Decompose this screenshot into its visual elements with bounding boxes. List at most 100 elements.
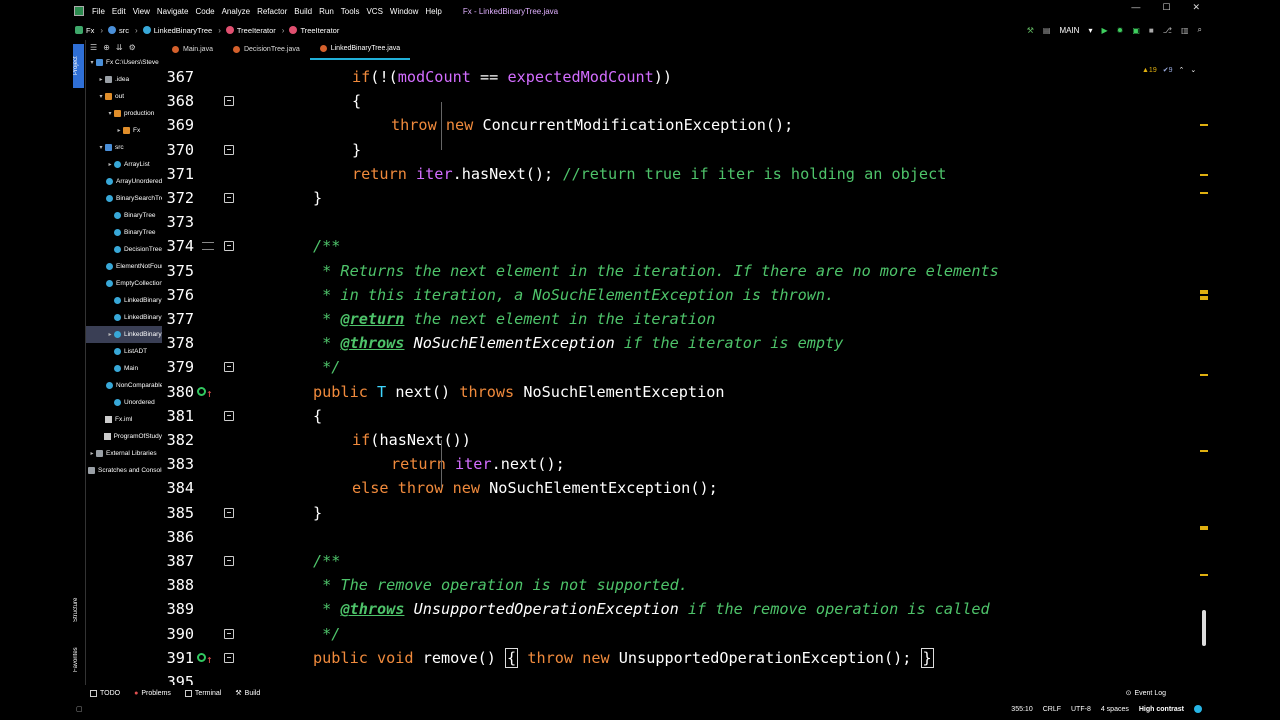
chevron-down-icon[interactable]: ▾ <box>1088 26 1092 35</box>
terminal-tool-button[interactable]: Terminal <box>184 689 221 697</box>
stop-icon[interactable]: ■ <box>1149 26 1154 35</box>
code-line[interactable]: 390 */ <box>162 622 1208 646</box>
line-number[interactable]: 389 <box>162 597 194 621</box>
error-stripe[interactable] <box>1197 64 1208 684</box>
code-line[interactable]: 388 * The remove operation is not suppor… <box>162 573 1208 597</box>
project-tree-item[interactable]: ProgramOfStudy <box>86 428 162 445</box>
stripe-marker[interactable] <box>1200 124 1208 126</box>
line-number[interactable]: 372 <box>162 186 194 210</box>
project-tree-item[interactable]: ▸ LinkedBinary <box>86 326 162 343</box>
stripe-marker[interactable] <box>1200 192 1208 194</box>
line-number[interactable]: 383 <box>162 452 194 476</box>
code-line[interactable]: 395 <box>162 670 1208 685</box>
project-tree-item[interactable]: ArrayUnordered <box>86 173 162 190</box>
menu-help[interactable]: Help <box>425 7 441 16</box>
expand-arrow-icon[interactable]: ▸ <box>97 76 105 83</box>
code-line[interactable]: 374 /** <box>162 234 1208 258</box>
code-editor[interactable]: 367 if(!(modCount == expectedModCount)) 36… <box>162 62 1208 685</box>
problems-tool-button[interactable]: ● Problems <box>134 690 171 697</box>
breadcrumb-item[interactable]: Fx <box>72 26 94 35</box>
line-number[interactable]: 395 <box>162 670 194 685</box>
line-number[interactable]: 374 <box>162 234 194 258</box>
code-line[interactable]: 384 else throw new NoSuchElementException… <box>162 476 1208 500</box>
expand-arrow-icon[interactable]: ▾ <box>88 59 96 66</box>
project-tree-item[interactable]: Scratches and Consoles <box>86 462 162 479</box>
weak-warning-count[interactable]: ✔9 <box>1163 66 1173 74</box>
code-line[interactable]: 375 * Returns the next element in the it… <box>162 259 1208 283</box>
code-line[interactable]: 385} <box>162 501 1208 525</box>
line-number[interactable]: 373 <box>162 210 194 234</box>
theme-status-icon[interactable] <box>1194 705 1202 713</box>
fold-icon[interactable] <box>224 507 234 518</box>
code-line[interactable]: 369 throw new ConcurrentModificationExcep… <box>162 113 1208 137</box>
code-line[interactable]: 371 return iter.hasNext(); //return true … <box>162 162 1208 186</box>
fold-icon[interactable] <box>224 96 234 107</box>
project-tree-item[interactable]: ▸ Fx <box>86 122 162 139</box>
menu-file[interactable]: File <box>92 7 105 16</box>
project-tool-tab[interactable]: Project <box>73 44 84 88</box>
project-tree-item[interactable]: DecisionTree <box>86 241 162 258</box>
project-tree-item[interactable]: EmptyCollection <box>86 275 162 292</box>
project-tree-item[interactable]: BinaryTree <box>86 224 162 241</box>
project-tree-item[interactable]: LinkedBinary <box>86 292 162 309</box>
breadcrumb-item[interactable]: TreeIterator <box>223 26 276 35</box>
code-line[interactable]: 382 if(hasNext()) <box>162 428 1208 452</box>
menu-refactor[interactable]: Refactor <box>257 7 287 16</box>
line-number[interactable]: 370 <box>162 138 194 162</box>
project-view-icon[interactable]: ☰ <box>90 43 97 52</box>
menu-code[interactable]: Code <box>195 7 214 16</box>
stripe-marker[interactable] <box>1200 574 1208 576</box>
project-tree-item[interactable]: ▾ Fx C:\Users\Steve <box>86 54 162 71</box>
expand-arrow-icon[interactable]: ▾ <box>97 144 105 151</box>
chevron-down-icon[interactable]: ⌄ <box>1190 66 1196 74</box>
line-number[interactable]: 375 <box>162 259 194 283</box>
stripe-marker[interactable] <box>1200 374 1208 376</box>
project-tree-item[interactable]: ElementNotFound <box>86 258 162 275</box>
menu-tools[interactable]: Tools <box>341 7 360 16</box>
project-tree-item[interactable]: ▾ src <box>86 139 162 156</box>
line-number[interactable]: 390 <box>162 622 194 646</box>
fold-icon[interactable] <box>224 652 234 663</box>
collapse-icon[interactable]: ⇊ <box>116 43 123 52</box>
fold-icon[interactable] <box>224 362 234 373</box>
project-tree-item[interactable]: ▾ production <box>86 105 162 122</box>
stripe-marker[interactable] <box>1200 526 1208 530</box>
menu-window[interactable]: Window <box>390 7 418 16</box>
menu-edit[interactable]: Edit <box>112 7 126 16</box>
project-tree-item[interactable]: BinaryTree <box>86 207 162 224</box>
favorites-tool-tab[interactable]: Favorites <box>73 638 84 682</box>
stripe-marker[interactable] <box>1200 296 1208 300</box>
fold-icon[interactable] <box>224 241 234 252</box>
editor-scrollbar-thumb[interactable] <box>1202 610 1206 646</box>
arrow-up-icon[interactable]: ↑ <box>206 648 213 672</box>
code-line[interactable]: 387 /** <box>162 549 1208 573</box>
line-number[interactable]: 386 <box>162 525 194 549</box>
project-tree-item[interactable]: NonComparable <box>86 377 162 394</box>
line-number[interactable]: 371 <box>162 162 194 186</box>
hammer-icon[interactable]: ⚒ <box>1027 26 1034 35</box>
line-number[interactable]: 391 <box>162 646 194 670</box>
editor-tab[interactable]: Main.java <box>162 42 223 60</box>
code-line[interactable]: 391 ↑ public void remove() { throw new Uns… <box>162 646 1208 670</box>
todo-tool-button[interactable]: TODO <box>90 689 120 697</box>
fold-icon[interactable] <box>224 144 234 155</box>
locate-icon[interactable]: ⊕ <box>103 43 110 52</box>
project-tree-item[interactable]: Fx.iml <box>86 411 162 428</box>
breadcrumb-item[interactable]: src <box>105 26 129 35</box>
project-tree-item[interactable]: ▸ .idea <box>86 71 162 88</box>
line-number[interactable]: 377 <box>162 307 194 331</box>
project-tree-item[interactable]: Main <box>86 360 162 377</box>
project-tree-item[interactable]: ▸ External Libraries <box>86 445 162 462</box>
theme-label[interactable]: High contrast <box>1139 706 1184 713</box>
implements-icon[interactable] <box>197 386 206 396</box>
line-number[interactable]: 380 <box>162 380 194 404</box>
code-line[interactable]: 367 if(!(modCount == expectedModCount)) <box>162 65 1208 89</box>
line-number[interactable]: 368 <box>162 89 194 113</box>
line-separator[interactable]: CRLF <box>1043 706 1061 713</box>
code-line[interactable]: 372} <box>162 186 1208 210</box>
structure-tool-tab[interactable]: Structure <box>73 588 84 632</box>
line-number[interactable]: 381 <box>162 404 194 428</box>
line-number[interactable]: 376 <box>162 283 194 307</box>
breadcrumb-item[interactable]: TreeIterator <box>286 26 339 35</box>
code-line[interactable]: 386 <box>162 525 1208 549</box>
